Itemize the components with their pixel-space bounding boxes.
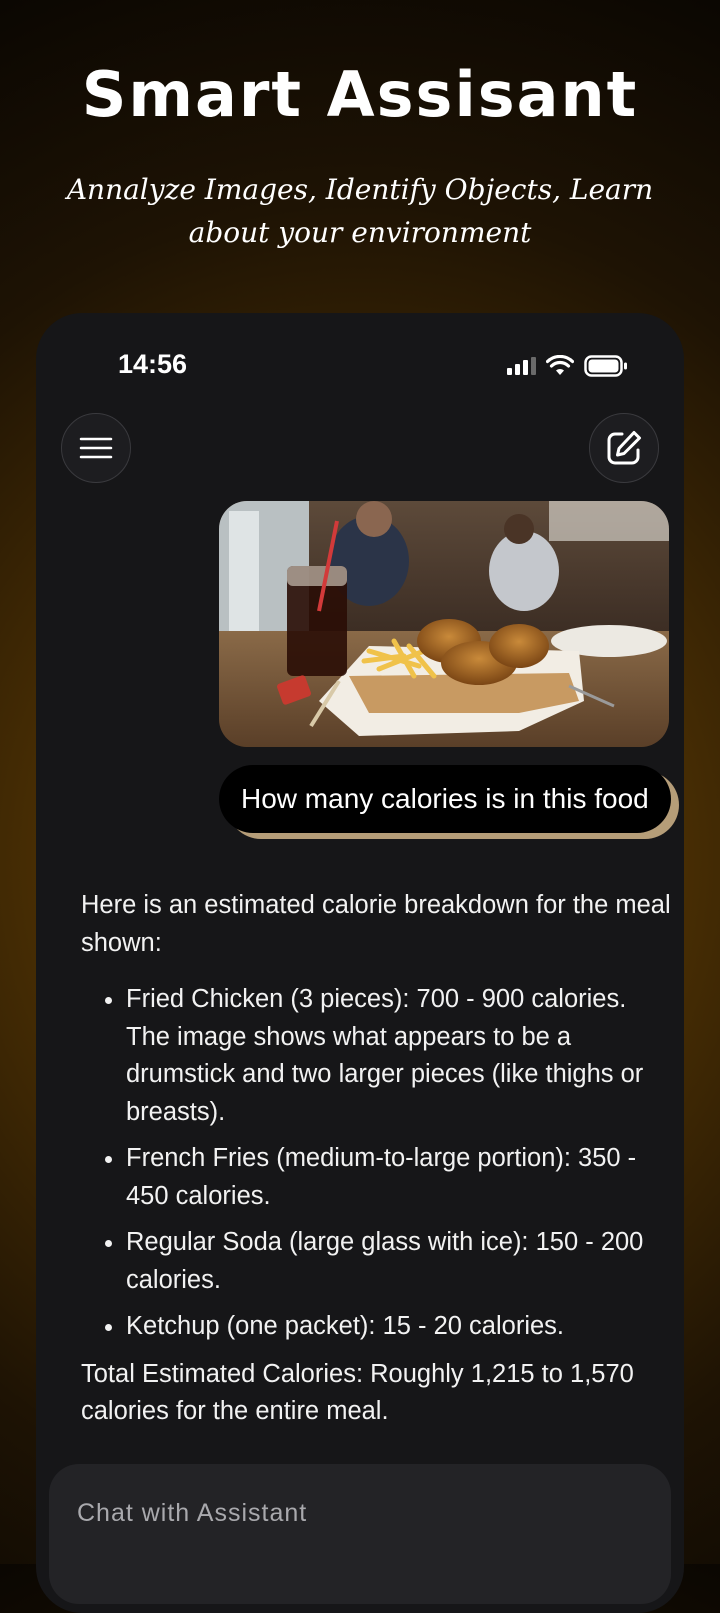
wifi-icon [546,355,574,375]
chat-input[interactable] [75,1498,639,1529]
battery-icon [584,355,627,377]
promo-subtitle: Annalyze Images, Identify Objects, Learn… [66,173,654,249]
status-time: 14:56 [118,349,188,379]
edit-compose-icon [607,431,641,465]
assistant-response: Here is an estimated calorie breakdown f… [81,887,671,1431]
cellular-signal-icon [507,357,536,375]
new-chat-button[interactable] [589,413,659,483]
user-photo[interactable] [219,501,669,747]
list-item: Ketchup (one packet): 15 - 20 calories. [126,1308,671,1346]
menu-button[interactable] [61,413,131,483]
assistant-total: Total Estimated Calories: Roughly 1,215 … [81,1359,634,1426]
user-message-bubble: How many calories is in this food [219,765,671,833]
list-item: Regular Soda (large glass with ice): 150… [126,1224,671,1299]
user-message-text: How many calories is in this food [219,765,671,833]
list-item: Fried Chicken (3 pieces): 700 - 900 calo… [126,981,671,1131]
food-photo-image [219,501,669,747]
calorie-breakdown-list: Fried Chicken (3 pieces): 700 - 900 calo… [81,981,671,1346]
list-item: French Fries (medium-to-large portion): … [126,1140,671,1215]
phone-screen: 14:56 How many calories is in this food … [36,313,684,1613]
hamburger-menu-icon [79,437,113,459]
promo-title: Smart Assisant [81,58,639,131]
status-icons [507,355,628,377]
assistant-intro: Here is an estimated calorie breakdown f… [81,891,671,957]
chat-input-box[interactable] [49,1464,671,1604]
